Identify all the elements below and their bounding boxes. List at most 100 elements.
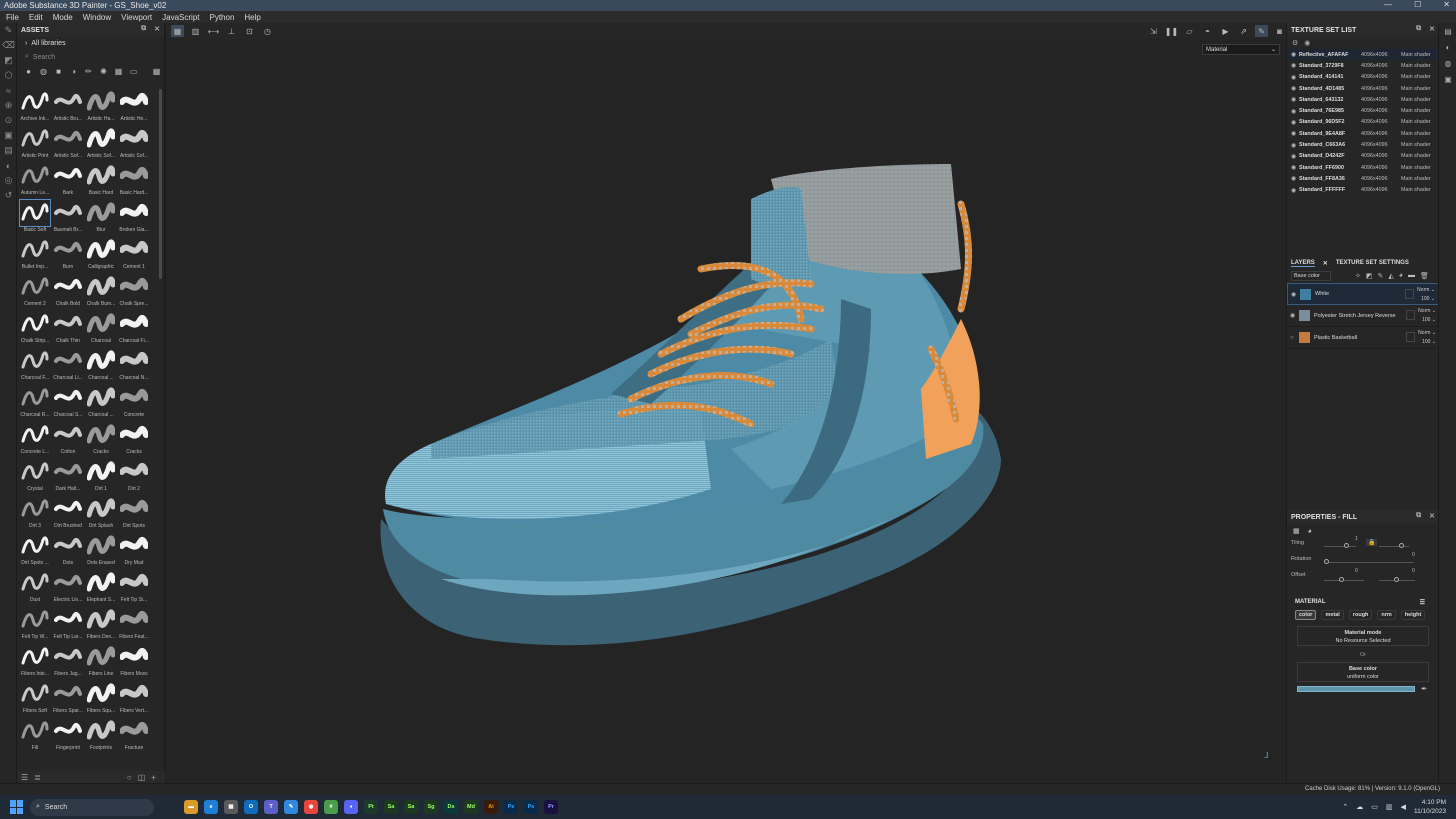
offset-y-knob[interactable]	[1394, 577, 1399, 582]
brush-item[interactable]: Dirt Brushed	[52, 496, 84, 531]
texture-set-row[interactable]: ◉ Standard_C663A6 4096x4096 Main shader	[1287, 139, 1439, 150]
smudge-icon[interactable]: ≈	[0, 83, 17, 98]
render-settings-icon[interactable]: ⇲	[1147, 25, 1160, 37]
texture-set-row[interactable]: ◉ Standard_FFFFFF 4096x4096 Main shader	[1287, 185, 1439, 196]
brush-item[interactable]: Autumn Le...	[19, 163, 51, 198]
menu-mode[interactable]: Mode	[53, 13, 73, 22]
brush-item[interactable]: Chalk Bum...	[85, 274, 117, 309]
outlook-icon[interactable]: O	[244, 800, 258, 814]
brush-item[interactable]: Chalk Strip...	[19, 311, 51, 346]
brush-item[interactable]: Dots	[52, 533, 84, 568]
bake-icon[interactable]: ▣	[0, 128, 17, 143]
brush-item[interactable]: Fibers Jag...	[52, 644, 84, 679]
shoe-model[interactable]	[371, 159, 1011, 669]
filter-all-icon[interactable]: ●	[24, 67, 33, 76]
maximize-icon[interactable]: ☐	[1414, 0, 1421, 9]
tab-layers[interactable]: LAYERS	[1291, 260, 1315, 267]
texture-set-list-icon[interactable]: ▤	[1439, 23, 1456, 39]
close-panel-icon[interactable]: ✕	[1429, 25, 1435, 33]
filter-environment-icon[interactable]: ▭	[129, 67, 138, 76]
channel-height[interactable]: height	[1400, 610, 1426, 620]
brush-item[interactable]: Fracture	[118, 718, 150, 753]
brush-item[interactable]: Chalk Thin	[52, 311, 84, 346]
menu-window[interactable]: Window	[83, 13, 111, 22]
brush-item[interactable]: Charcoal ...	[85, 348, 117, 383]
brush-item[interactable]: Artistic Ha...	[85, 89, 117, 124]
windows-start-icon[interactable]	[10, 800, 24, 814]
brush-item[interactable]: Bark	[52, 163, 84, 198]
filter-masks-icon[interactable]: ◑	[69, 67, 78, 76]
rotation-slider[interactable]	[1324, 562, 1414, 563]
brush-item[interactable]: Fibers Inte...	[19, 644, 51, 679]
refresh-icon[interactable]: ○	[127, 773, 132, 782]
taskbar-app-ds-icon[interactable]: Ds	[444, 800, 458, 814]
eye-icon[interactable]: ◉	[1291, 130, 1299, 137]
3d-viewport[interactable]: Material ⌄ ⅃	[166, 39, 1286, 783]
brush-item[interactable]: Cracks	[85, 422, 117, 457]
geometry-mask-icon[interactable]: ⬡	[0, 68, 17, 83]
slack-icon[interactable]: #	[324, 800, 338, 814]
eye-icon[interactable]: ◉	[1291, 142, 1299, 149]
assets-scrollbar[interactable]	[159, 89, 162, 279]
taskbar-app-pt-icon[interactable]: Pt	[364, 800, 378, 814]
sort-icon[interactable]: ≣	[34, 773, 41, 782]
picker-icon[interactable]: ⊙	[0, 113, 17, 128]
pause-icon[interactable]: ❚❚	[1165, 25, 1178, 37]
layer-row[interactable]: ○ Plastic Basketball Norm ⌄ 100 ⌄	[1287, 327, 1439, 349]
tiling-knob-y[interactable]	[1399, 543, 1404, 548]
brush-item[interactable]: Charcoal ...	[85, 385, 117, 420]
eye-icon[interactable]: ◉	[1291, 51, 1299, 58]
screenshot-icon[interactable]: ◙	[1273, 25, 1286, 37]
eye-icon[interactable]: ◉	[1291, 187, 1299, 194]
frame-icon[interactable]: ⊡	[243, 25, 256, 37]
cloud-icon[interactable]: ☁	[1356, 803, 1363, 811]
tiling-slider-y[interactable]	[1379, 546, 1409, 547]
layer-mask[interactable]	[1405, 289, 1414, 299]
split-view-icon[interactable]: ▥	[189, 25, 202, 37]
assets-toggle-icon[interactable]: ▤	[0, 143, 17, 158]
shader-settings-icon[interactable]: ◎	[0, 173, 17, 188]
import-icon[interactable]: ◫	[138, 773, 146, 782]
brush-item[interactable]: Fibers Line	[85, 644, 117, 679]
offset-x-knob[interactable]	[1339, 577, 1344, 582]
brush-item[interactable]: Charcoal S...	[52, 385, 84, 420]
edge-icon[interactable]: e	[204, 800, 218, 814]
brush-item[interactable]: Charcoal Fi...	[118, 311, 150, 346]
brush-item[interactable]: Calligraphic	[85, 237, 117, 272]
list-view-icon[interactable]: ☰	[21, 773, 28, 782]
material-sphere-icon[interactable]: ◕	[1308, 528, 1312, 535]
texture-set-row[interactable]: ◉ Standard_643132 4096x4096 Main shader	[1287, 94, 1439, 105]
brush-item[interactable]: Fibers Feat...	[118, 607, 150, 642]
eraser-icon[interactable]: ⌫	[0, 38, 17, 53]
brush-item[interactable]: Dark Halt...	[52, 459, 84, 494]
channel-select[interactable]: Base color	[1291, 271, 1331, 281]
brush-item[interactable]: Basmati Br...	[52, 200, 84, 235]
add-fill-layer-icon[interactable]: ◭	[1388, 272, 1393, 280]
history-icon[interactable]: ↺	[0, 188, 17, 203]
brush-item[interactable]: Dots Erased	[85, 533, 117, 568]
display-icon[interactable]: ▭	[1371, 803, 1378, 811]
filter-brushes-icon[interactable]: ✏	[84, 67, 93, 76]
brush-item[interactable]: Felt Tip Si...	[118, 570, 150, 605]
brush-item[interactable]: Artistic Sof...	[85, 126, 117, 161]
chrome-icon[interactable]: ◉	[304, 800, 318, 814]
texture-set-row[interactable]: ◉ Standard_3729F8 4096x4096 Main shader	[1287, 60, 1439, 71]
brush-item[interactable]: Dirt Spots ...	[19, 533, 51, 568]
eye-icon[interactable]: ◉	[1291, 74, 1299, 81]
eye-icon[interactable]: ○	[1290, 335, 1299, 341]
network-icon[interactable]: ▥	[1386, 803, 1393, 811]
symmetry-icon[interactable]: ⟷	[207, 25, 220, 37]
texture-set-row[interactable]: ◉ Standard_96D5F2 4096x4096 Main shader	[1287, 117, 1439, 128]
camera-view-icon[interactable]: ▱	[1183, 25, 1196, 37]
channel-metal[interactable]: metal	[1321, 610, 1344, 620]
display-settings-icon[interactable]: ◐	[0, 158, 17, 173]
clock-icon[interactable]: ◷	[261, 25, 274, 37]
filter-textures-icon[interactable]: ▦	[114, 67, 123, 76]
eye-icon[interactable]: ◉	[1291, 85, 1299, 92]
brush-item[interactable]: Fingerprint	[52, 718, 84, 753]
eyedropper-icon[interactable]: ✒	[1421, 685, 1427, 693]
eye-icon[interactable]: ◉	[1291, 164, 1299, 171]
taskbar-app-sa-icon[interactable]: Sa	[404, 800, 418, 814]
layer-row[interactable]: ◉ White Norm ⌄ 100 ⌄	[1287, 283, 1439, 305]
brush-item[interactable]: Charcoal	[85, 311, 117, 346]
